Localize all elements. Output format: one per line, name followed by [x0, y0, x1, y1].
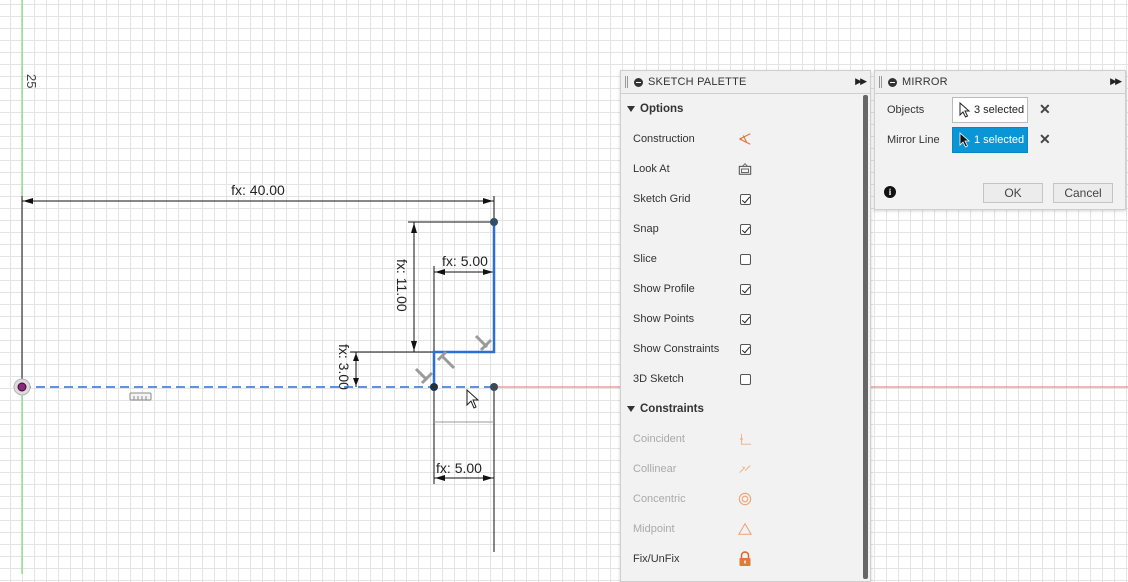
clear-mirror-line-icon[interactable]: ✕: [1039, 131, 1051, 148]
dialog-title: MIRROR: [902, 76, 948, 88]
horizontal-constraint-icon[interactable]: [129, 392, 152, 401]
sketch-point[interactable]: [430, 383, 438, 391]
dimension-text[interactable]: fx: 3.00: [336, 344, 352, 390]
constraint-concentric[interactable]: Concentric: [621, 484, 870, 514]
constraint-coincident[interactable]: Coincident: [621, 424, 870, 454]
dimension-text[interactable]: fx: 40.00: [231, 182, 285, 198]
section-title: Constraints: [640, 403, 704, 415]
ok-button[interactable]: OK: [983, 183, 1043, 203]
option-label: 3D Sketch: [633, 373, 684, 385]
pointer-icon: [959, 102, 971, 118]
option-look-at[interactable]: Look At: [621, 154, 870, 184]
option-construction[interactable]: Construction: [621, 124, 870, 154]
sketch-point[interactable]: [490, 218, 498, 226]
objects-selection-value: 3 selected: [974, 104, 1025, 116]
option-label: Show Constraints: [633, 343, 720, 355]
dimension-text[interactable]: fx: 11.00: [394, 259, 410, 312]
option-3d-sketch[interactable]: 3D Sketch: [621, 364, 870, 394]
sketch-profile[interactable]: [432, 222, 496, 387]
sketch-palette: SKETCH PALETTE ▶▶ Options Construction L…: [620, 70, 871, 582]
mirror-line-label: Mirror Line: [887, 134, 940, 146]
option-show-points[interactable]: Show Points: [621, 304, 870, 334]
concentric-icon[interactable]: [738, 492, 752, 506]
option-label: Slice: [633, 253, 657, 265]
mirror-dialog-header[interactable]: MIRROR ▶▶: [875, 71, 1125, 94]
origin-point[interactable]: [13, 378, 31, 396]
slice-checkbox[interactable]: [739, 253, 751, 265]
constraint-label: Coincident: [633, 433, 685, 445]
perpendicular-constraint-icon[interactable]: [436, 350, 456, 370]
option-label: Construction: [633, 133, 695, 145]
info-icon[interactable]: i: [884, 186, 896, 198]
triangle-down-icon: [627, 106, 635, 112]
show-points-checkbox[interactable]: [739, 313, 751, 325]
constraint-collinear[interactable]: Collinear: [621, 454, 870, 484]
collapse-icon[interactable]: [888, 77, 897, 87]
option-label: Show Profile: [633, 283, 695, 295]
show-constraints-checkbox[interactable]: [739, 343, 751, 355]
drag-grip-icon[interactable]: [879, 76, 882, 88]
constraint-label: Midpoint: [633, 523, 675, 535]
mirror-line-selection-value: 1 selected: [974, 134, 1025, 146]
constraint-fix-unfix[interactable]: Fix/UnFix: [621, 544, 870, 574]
objects-label: Objects: [887, 104, 925, 116]
mouse-cursor-icon: [466, 388, 480, 409]
pointer-icon: [959, 132, 971, 148]
show-profile-checkbox[interactable]: [739, 283, 751, 295]
dimension-bottom-width[interactable]: fx: 5.00: [433, 387, 495, 552]
palette-scrollbar[interactable]: [863, 95, 868, 579]
mirror-dialog: MIRROR ▶▶ Objects 3 selected ✕ Mirror Li…: [874, 70, 1126, 210]
lock-icon[interactable]: [738, 551, 752, 566]
dimension-text[interactable]: fx: 5.00: [436, 460, 482, 476]
option-sketch-grid[interactable]: Sketch Grid: [621, 184, 870, 214]
coincident-icon[interactable]: [738, 432, 752, 446]
dimension-upper-height[interactable]: fx: 11.00: [394, 221, 494, 352]
collapse-icon[interactable]: [634, 77, 643, 87]
drag-grip-icon[interactable]: [625, 76, 628, 88]
collinear-icon[interactable]: [738, 462, 752, 476]
constraint-label: Collinear: [633, 463, 677, 475]
option-label: Snap: [633, 223, 659, 235]
section-title: Options: [640, 103, 684, 115]
objects-selection-button[interactable]: 3 selected: [952, 97, 1028, 123]
snap-checkbox[interactable]: [739, 223, 751, 235]
option-show-profile[interactable]: Show Profile: [621, 274, 870, 304]
midpoint-icon[interactable]: [738, 522, 752, 536]
options-section-header[interactable]: Options: [621, 94, 870, 124]
option-show-constraints[interactable]: Show Constraints: [621, 334, 870, 364]
expand-icon[interactable]: ▶▶: [855, 76, 867, 87]
objects-row: Objects 3 selected ✕: [875, 97, 1125, 123]
dimension-upper-width[interactable]: fx: 5.00: [433, 253, 494, 352]
construction-icon[interactable]: [738, 132, 752, 146]
mirror-line-selection-button[interactable]: 1 selected: [952, 127, 1028, 153]
mirror-line-row: Mirror Line 1 selected ✕: [875, 127, 1125, 153]
constraint-midpoint[interactable]: Midpoint: [621, 514, 870, 544]
option-slice[interactable]: Slice: [621, 244, 870, 274]
perpendicular-constraint-icon[interactable]: [414, 367, 434, 385]
clear-objects-icon[interactable]: ✕: [1039, 101, 1051, 118]
axis-value-label: 25: [24, 74, 39, 88]
perpendicular-constraint-icon[interactable]: [474, 334, 493, 352]
option-label: Sketch Grid: [633, 193, 691, 205]
look-at-icon[interactable]: [738, 162, 752, 176]
sketch-grid-checkbox[interactable]: [739, 193, 751, 205]
constraint-label: Concentric: [633, 493, 686, 505]
expand-icon[interactable]: ▶▶: [1110, 76, 1122, 87]
constraints-section-header[interactable]: Constraints: [621, 394, 870, 424]
panel-title: SKETCH PALETTE: [648, 76, 747, 88]
option-snap[interactable]: Snap: [621, 214, 870, 244]
triangle-down-icon: [627, 406, 635, 412]
sketch-point[interactable]: [490, 383, 498, 391]
constraint-label: Fix/UnFix: [633, 553, 680, 565]
option-label: Look At: [633, 163, 670, 175]
dimension-text[interactable]: fx: 5.00: [442, 253, 488, 269]
dimension-top-width[interactable]: fx: 40.00: [21, 182, 495, 387]
option-label: Show Points: [633, 313, 695, 325]
sketch-palette-header[interactable]: SKETCH PALETTE ▶▶: [621, 71, 870, 94]
3d-sketch-checkbox[interactable]: [739, 373, 751, 385]
cancel-button[interactable]: Cancel: [1053, 183, 1113, 203]
dimension-lower-height[interactable]: fx: 3.00: [336, 344, 434, 390]
